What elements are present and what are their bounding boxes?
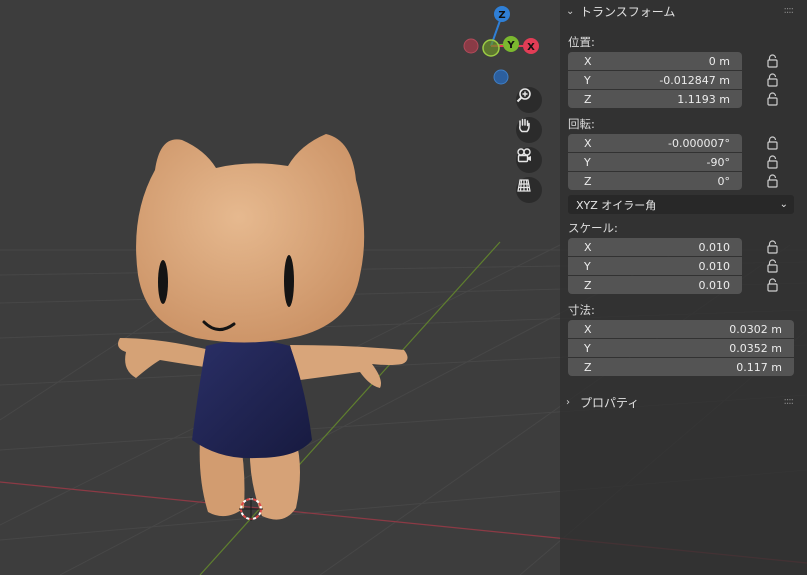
- location-z-field[interactable]: Z 1.1193 m: [568, 90, 742, 108]
- hand-pan-icon: [519, 118, 530, 133]
- rotation-z-field[interactable]: Z 0°: [568, 172, 742, 190]
- grid-ortho-icon: [517, 179, 531, 192]
- axis-z-label: Z: [584, 174, 592, 188]
- lock-icon[interactable]: [766, 174, 780, 188]
- ortho-grid-button[interactable]: [516, 177, 542, 203]
- lock-icon[interactable]: [766, 54, 780, 68]
- scale-label: スケール:: [568, 221, 618, 235]
- dimensions-y-value: 0.0352 m: [729, 341, 782, 355]
- properties-header[interactable]: › プロパティ ::::: [560, 391, 807, 413]
- drag-grip-icon[interactable]: ::::: [784, 396, 795, 407]
- axis-y-label: Y: [584, 259, 591, 273]
- lock-icon[interactable]: [766, 240, 780, 254]
- chevron-right-icon: ›: [566, 396, 570, 408]
- dimensions-z-field[interactable]: Z 0.117 m: [568, 358, 794, 376]
- camera-view-icon: [517, 148, 531, 163]
- lock-icon[interactable]: [766, 73, 780, 87]
- scale-x-value: 0.010: [698, 240, 731, 254]
- axis-z-label: Z: [584, 92, 592, 106]
- transform-header[interactable]: ⌄ トランスフォーム ::::: [560, 0, 807, 22]
- drag-grip-icon[interactable]: ::::: [784, 5, 795, 16]
- transform-title: トランスフォーム: [580, 4, 676, 19]
- lock-icon[interactable]: [766, 278, 780, 292]
- axis-x-label: X: [584, 136, 592, 150]
- scale-y-field[interactable]: Y 0.010: [568, 257, 742, 275]
- rotation-x-field[interactable]: X -0.000007°: [568, 134, 742, 152]
- gizmo-z-label: Z: [498, 10, 505, 21]
- rotation-x-value: -0.000007°: [668, 136, 730, 150]
- dimensions-x-value: 0.0302 m: [729, 322, 782, 336]
- scale-z-field[interactable]: Z 0.010: [568, 276, 742, 294]
- chevron-down-icon: ⌄: [779, 199, 788, 210]
- gizmo-y-label: Y: [506, 40, 515, 51]
- location-label: 位置:: [568, 35, 595, 49]
- chevron-down-icon: ⌄: [566, 5, 575, 17]
- axis-y-label: Y: [584, 341, 591, 355]
- location-x-value: 0 m: [708, 54, 730, 68]
- dimensions-x-field[interactable]: X 0.0302 m: [568, 320, 794, 338]
- cat-character: [118, 134, 408, 520]
- lock-icon[interactable]: [766, 259, 780, 273]
- rotation-label: 回転:: [568, 117, 595, 131]
- axis-y-label: Y: [584, 155, 591, 169]
- navigation-gizmo[interactable]: Z Y X: [460, 2, 550, 92]
- axis-z-label: Z: [584, 360, 592, 374]
- lock-icon[interactable]: [766, 92, 780, 106]
- axis-x-label: X: [584, 240, 592, 254]
- rotation-y-value: -90°: [706, 155, 730, 169]
- location-y-field[interactable]: Y -0.012847 m: [568, 71, 742, 89]
- scale-z-value: 0.010: [698, 278, 731, 292]
- dimensions-z-value: 0.117 m: [736, 360, 782, 374]
- rotation-mode-value: XYZ オイラー角: [576, 198, 657, 212]
- location-y-value: -0.012847 m: [659, 73, 730, 87]
- axis-y-label: Y: [584, 73, 591, 87]
- axis-x-label: X: [584, 322, 592, 336]
- rotation-mode-select[interactable]: XYZ オイラー角 ⌄: [568, 195, 794, 214]
- zoom-button[interactable]: [516, 87, 542, 113]
- rotation-z-value: 0°: [717, 174, 731, 188]
- properties-title: プロパティ: [580, 395, 640, 410]
- dimensions-label: 寸法:: [568, 303, 595, 317]
- lock-icon[interactable]: [766, 136, 780, 150]
- location-x-field[interactable]: X 0 m: [568, 52, 742, 70]
- axis-z-label: Z: [584, 278, 592, 292]
- scale-y-value: 0.010: [698, 259, 731, 273]
- sidebar-panel: ⌄ トランスフォーム :::: 位置: X 0 m Y -0.012847 m …: [560, 0, 807, 575]
- dimensions-y-field[interactable]: Y 0.0352 m: [568, 339, 794, 357]
- gizmo-x-label: X: [527, 42, 535, 53]
- camera-view-button[interactable]: [516, 147, 542, 173]
- pan-button[interactable]: [516, 117, 542, 143]
- location-z-value: 1.1193 m: [677, 92, 730, 106]
- scale-x-field[interactable]: X 0.010: [568, 238, 742, 256]
- zoom-icon: [516, 88, 531, 103]
- lock-icon[interactable]: [766, 155, 780, 169]
- axis-x-label: X: [584, 54, 592, 68]
- rotation-y-field[interactable]: Y -90°: [568, 153, 742, 171]
